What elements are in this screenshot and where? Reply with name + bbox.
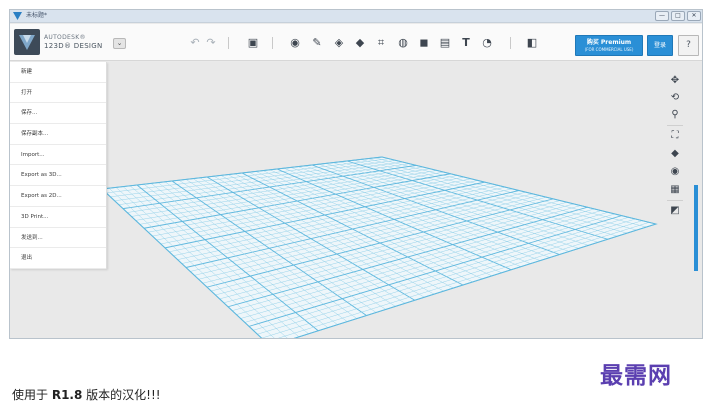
menu-item-save[interactable]: 保存...	[10, 103, 106, 125]
undo-icon[interactable]: ↶	[188, 36, 202, 50]
orbit-icon[interactable]: ⟲	[667, 91, 683, 105]
snap-icon[interactable]: ◔	[480, 36, 494, 50]
nav-separator	[667, 125, 683, 126]
premium-label: 购买 Premium	[586, 39, 632, 46]
menu-item-new[interactable]: 新建	[10, 62, 106, 83]
minimize-button[interactable]: —	[655, 11, 669, 21]
premium-sublabel: (FOR COMMERCIAL USE)	[584, 47, 634, 52]
file-menu: 新建 打开 保存... 保存副本... Import... Export as …	[10, 62, 107, 269]
3d-viewport[interactable]	[10, 62, 703, 339]
viewport-edge-handle[interactable]	[694, 185, 698, 271]
app-menu-button[interactable]	[14, 29, 40, 55]
view-mode-icon[interactable]: ◆	[667, 147, 683, 161]
menu-item-import[interactable]: Import...	[10, 145, 106, 166]
redo-icon[interactable]: ↷	[204, 36, 218, 50]
brand-line2: 123D® DESIGN	[44, 42, 103, 50]
material-view-icon[interactable]: ◩	[667, 204, 683, 218]
app-logo-icon	[13, 12, 22, 20]
zoom-icon[interactable]: ⚲	[667, 108, 683, 122]
nav-separator	[667, 200, 683, 201]
app-window: 未标题* — □ ✕ AUTODESK® 123D® DESIGN ⌄ ↶ ↷	[9, 9, 703, 339]
combine-icon[interactable]: ◼	[417, 36, 431, 50]
maximize-button[interactable]: □	[671, 11, 685, 21]
visibility-icon[interactable]: ◉	[667, 165, 683, 179]
menu-item-export-3d[interactable]: Export as 3D...	[10, 165, 106, 187]
autodesk-logo-icon	[19, 35, 35, 50]
pan-icon[interactable]: ✥	[667, 74, 683, 88]
measure-icon[interactable]: ▤	[438, 36, 452, 50]
app-menu-dropdown[interactable]: ⌄	[113, 38, 126, 49]
text-icon[interactable]: T	[459, 36, 473, 50]
screenshot-stage: 未标题* — □ ✕ AUTODESK® 123D® DESIGN ⌄ ↶ ↷	[0, 0, 714, 407]
toolbar-separator	[272, 37, 273, 49]
brand-line1: AUTODESK®	[44, 34, 86, 41]
menu-item-exit[interactable]: 退出	[10, 248, 106, 269]
menu-item-3d-print[interactable]: 3D Print...	[10, 207, 106, 228]
primitives-icon[interactable]: ◉	[288, 36, 302, 50]
workplane-grid[interactable]	[10, 62, 703, 339]
title-bar: 未标题* — □ ✕	[10, 10, 702, 23]
grouping-icon[interactable]: ◍	[396, 36, 410, 50]
window-title: 未标题*	[26, 12, 48, 19]
brand-text: AUTODESK® 123D® DESIGN	[44, 34, 103, 50]
toolbar-separator	[510, 37, 511, 49]
modify-icon[interactable]: ◆	[353, 36, 367, 50]
transform-icon[interactable]: ▣	[246, 36, 260, 50]
caption-version: R1.8	[51, 388, 83, 402]
help-button[interactable]: ?	[678, 35, 699, 56]
site-watermark: 最需网	[600, 362, 672, 389]
grid-toggle-icon[interactable]: ▦	[667, 183, 683, 197]
menu-item-export-2d[interactable]: Export as 2D...	[10, 186, 106, 207]
premium-button[interactable]: 购买 Premium (FOR COMMERCIAL USE)	[575, 35, 643, 56]
fit-icon[interactable]: ⛶	[667, 129, 683, 143]
main-toolbar: AUTODESK® 123D® DESIGN ⌄ ↶ ↷ ▣ ◉ ✎ ◈ ◆ ⌗…	[10, 24, 702, 61]
toolbar-separator	[228, 37, 229, 49]
caption-text: 使用于 R1.8 版本的汉化!!!	[12, 388, 161, 402]
menu-item-open[interactable]: 打开	[10, 83, 106, 104]
menu-item-send-to[interactable]: 发送到...	[10, 228, 106, 249]
sketch-icon[interactable]: ✎	[310, 36, 324, 50]
navigation-bar: ✥ ⟲ ⚲ ⛶ ◆ ◉ ▦ ◩	[663, 72, 687, 227]
construct-icon[interactable]: ◈	[332, 36, 346, 50]
window-controls: — □ ✕	[655, 11, 701, 21]
caption-suffix: 版本的汉化!!!	[82, 388, 161, 402]
caption-prefix: 使用于	[12, 388, 52, 402]
menu-item-save-copy[interactable]: 保存副本...	[10, 124, 106, 145]
pattern-icon[interactable]: ⌗	[374, 36, 388, 50]
close-button[interactable]: ✕	[687, 11, 701, 21]
login-button[interactable]: 登录	[647, 35, 673, 56]
material-icon[interactable]: ◧	[525, 36, 539, 50]
